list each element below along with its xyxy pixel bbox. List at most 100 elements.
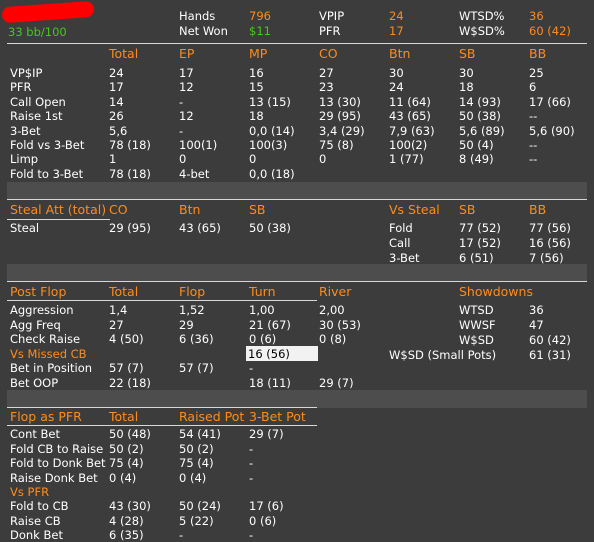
- postflop-cell: 18 (11): [249, 375, 291, 390]
- divider: [7, 281, 587, 282]
- preflop-cell: --: [529, 109, 538, 124]
- preflop-cell: 3,4 (29): [319, 123, 365, 138]
- flop-pfr-cell: 50 (2): [109, 441, 144, 456]
- postflop-row-label: Bet in Position: [10, 361, 93, 375]
- postflop-cell: 30 (53): [319, 317, 361, 332]
- vs-pfr-cell: 43 (30): [109, 499, 151, 513]
- showdown-value: 60 (42): [529, 333, 571, 347]
- preflop-cell: 14: [109, 94, 124, 109]
- vs-steal-row-label: 3-Bet: [389, 251, 420, 265]
- col-header-co: CO: [319, 46, 338, 61]
- preflop-cell: 43 (65): [389, 109, 431, 124]
- steal-row-label: Steal: [10, 221, 40, 235]
- wtsd-label: WTSD%: [459, 9, 505, 23]
- preflop-cell: 6: [529, 80, 537, 95]
- flop-pfr-row-label: Fold to Donk Bet: [10, 456, 106, 470]
- flop-pfr-col-total: Total: [109, 409, 139, 424]
- preflop-cell: --: [529, 152, 538, 167]
- vs-steal-cell: 16 (56): [529, 236, 571, 250]
- flop-pfr-cell: -: [249, 456, 254, 470]
- pfr-value: 17: [389, 24, 404, 38]
- vs-missed-cb-turn-cell[interactable]: 16 (56): [246, 346, 318, 361]
- vs-pfr-row-label: Fold to CB: [10, 499, 69, 513]
- divider: [7, 199, 587, 200]
- postflop-row-label: Bet OOP: [10, 375, 59, 390]
- wtsd-value: 36: [529, 9, 544, 23]
- section-gap: [7, 390, 587, 408]
- steal-cell: 50 (38): [249, 221, 291, 235]
- preflop-cell: 18: [249, 109, 264, 124]
- preflop-cell: 100(3): [249, 138, 288, 152]
- steal-title: Steal Att (total): [10, 202, 107, 217]
- wssd-label: W$SD%: [459, 24, 505, 38]
- preflop-cell: 100(2): [389, 138, 428, 152]
- preflop-cell: 50 (4): [459, 138, 494, 152]
- postflop-title: Post Flop: [10, 284, 67, 299]
- preflop-row-label: VP$IP: [10, 66, 43, 80]
- postflop-row-label: Agg Freq: [10, 317, 61, 332]
- preflop-cell: 0,0 (14): [249, 123, 295, 138]
- showdown-label: W$SD (Small Pots): [389, 348, 497, 362]
- postflop-row-label: Aggression: [10, 303, 74, 317]
- preflop-cell: 5,6: [109, 123, 128, 138]
- preflop-cell: 24: [389, 80, 404, 95]
- preflop-cell: 1: [109, 152, 117, 167]
- preflop-cell: -: [179, 123, 184, 138]
- showdown-value: 47: [529, 318, 544, 332]
- redacted-player-name: [1, 0, 95, 24]
- vs-pfr-cell: 17 (6): [249, 499, 284, 513]
- col-header-total: Total: [109, 46, 139, 61]
- divider: [7, 407, 317, 408]
- preflop-cell: 5,6 (90): [529, 123, 575, 138]
- section-gap: [7, 182, 587, 200]
- preflop-cell: 0,0 (18): [249, 166, 295, 181]
- preflop-cell: 30: [389, 66, 404, 80]
- postflop-cell: 57 (7): [109, 361, 144, 375]
- preflop-cell: 29 (95): [319, 109, 361, 124]
- showdown-label: WWSF: [459, 318, 496, 332]
- preflop-cell: 17 (66): [529, 94, 571, 109]
- wssd-value: 60 (42): [529, 24, 571, 38]
- netwon-label: Net Won: [179, 24, 228, 38]
- preflop-cell: 13 (30): [319, 94, 361, 109]
- preflop-row-label: Call Open: [10, 94, 66, 109]
- preflop-cell: 14 (93): [459, 94, 501, 109]
- postflop-row-label: Check Raise: [10, 332, 81, 347]
- preflop-row-label: 3-Bet: [10, 123, 41, 138]
- flop-pfr-cell: 54 (41): [179, 427, 221, 441]
- vs-steal-row-label: Fold: [389, 221, 413, 235]
- flop-pfr-row-label: Cont Bet: [10, 427, 60, 441]
- hands-label: Hands: [179, 9, 216, 23]
- postflop-cell: 1,4: [109, 303, 128, 317]
- showdown-label: WTSD: [459, 303, 494, 317]
- flop-pfr-cell: 29 (7): [249, 427, 284, 441]
- steal-cell: 43 (65): [179, 221, 221, 235]
- preflop-cell: 18: [459, 80, 474, 95]
- preflop-cell: -: [179, 94, 184, 109]
- col-header-bb: BB: [529, 46, 547, 61]
- vs-pfr-cell: 5 (22): [179, 513, 214, 528]
- player-stack: 33 bb/100: [8, 25, 67, 39]
- flop-pfr-row-label: Fold CB to Raise: [10, 441, 104, 456]
- vs-pfr-cell: 4 (28): [109, 513, 144, 528]
- pfr-label: PFR: [319, 24, 341, 38]
- preflop-row-label: Fold vs 3-Bet: [10, 138, 85, 152]
- vs-steal-cell: 77 (52): [459, 221, 501, 235]
- vs-steal-row-label: Call: [389, 236, 411, 250]
- vs-steal-col-sb: SB: [459, 202, 476, 217]
- preflop-cell: 0: [249, 152, 257, 167]
- preflop-row-label: Fold to 3-Bet: [10, 166, 84, 181]
- vs-pfr-cell: 50 (24): [179, 499, 221, 513]
- steal-col-sb: SB: [249, 202, 266, 217]
- steal-cell: 29 (95): [109, 221, 151, 235]
- vs-pfr-row-label: Raise CB: [10, 513, 61, 528]
- hands-value: 796: [249, 9, 271, 23]
- flop-pfr-col-3bet: 3-Bet Pot: [249, 409, 306, 424]
- flop-pfr-row-label: Raise Donk Bet: [10, 470, 98, 485]
- postflop-cell: 1,00: [249, 303, 275, 317]
- showdown-value: 36: [529, 303, 544, 317]
- flop-pfr-title: Flop as PFR: [10, 409, 82, 424]
- divider: [7, 219, 110, 220]
- postflop-cell: 0 (6): [249, 332, 277, 347]
- postflop-cell: 0 (8): [319, 332, 347, 347]
